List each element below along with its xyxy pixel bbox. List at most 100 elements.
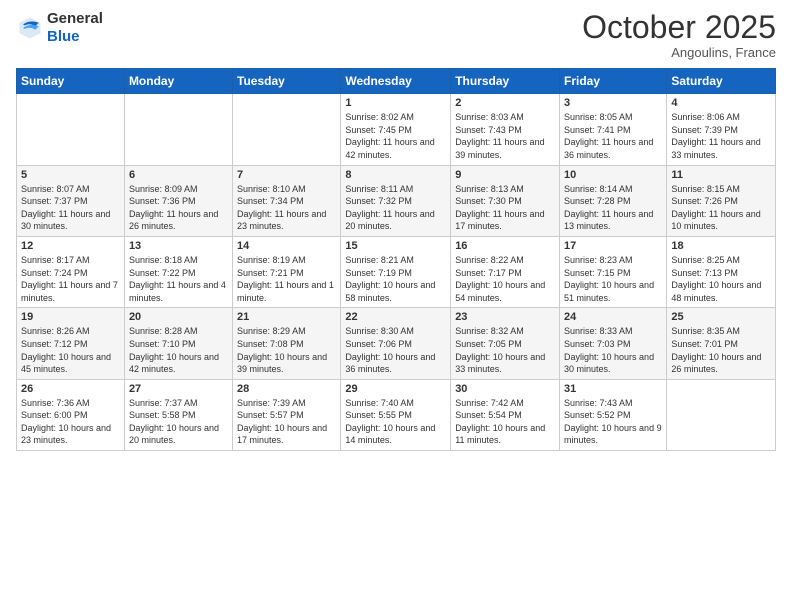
calendar-cell: 13 Sunrise: 8:18 AMSunset: 7:22 PMDayligh… [124, 236, 232, 307]
calendar: SundayMondayTuesdayWednesdayThursdayFrid… [16, 68, 776, 451]
calendar-cell: 4 Sunrise: 8:06 AMSunset: 7:39 PMDaylight… [667, 94, 776, 165]
day-info: Sunrise: 8:09 AMSunset: 7:36 PMDaylight:… [129, 183, 228, 233]
day-info: Sunrise: 8:21 AMSunset: 7:19 PMDaylight:… [345, 254, 446, 304]
day-number: 21 [237, 311, 336, 323]
day-info: Sunrise: 8:19 AMSunset: 7:21 PMDaylight:… [237, 254, 336, 304]
day-info: Sunrise: 8:11 AMSunset: 7:32 PMDaylight:… [345, 183, 446, 233]
day-info: Sunrise: 8:30 AMSunset: 7:06 PMDaylight:… [345, 325, 446, 375]
calendar-cell: 7 Sunrise: 8:10 AMSunset: 7:34 PMDaylight… [233, 165, 341, 236]
calendar-cell: 8 Sunrise: 8:11 AMSunset: 7:32 PMDaylight… [341, 165, 451, 236]
calendar-cell [233, 94, 341, 165]
day-info: Sunrise: 8:22 AMSunset: 7:17 PMDaylight:… [455, 254, 555, 304]
day-number: 12 [21, 240, 120, 252]
page: General Blue October 2025 Angoulins, Fra… [0, 0, 792, 612]
calendar-cell: 14 Sunrise: 8:19 AMSunset: 7:21 PMDayligh… [233, 236, 341, 307]
calendar-cell: 6 Sunrise: 8:09 AMSunset: 7:36 PMDaylight… [124, 165, 232, 236]
calendar-cell: 20 Sunrise: 8:28 AMSunset: 7:10 PMDayligh… [124, 308, 232, 379]
calendar-cell: 17 Sunrise: 8:23 AMSunset: 7:15 PMDayligh… [560, 236, 667, 307]
calendar-cell: 30Sunrise: 7:42 AMSunset: 5:54 PMDayligh… [451, 379, 560, 450]
calendar-cell: 18 Sunrise: 8:25 AMSunset: 7:13 PMDayligh… [667, 236, 776, 307]
weekday-header-thursday: Thursday [451, 69, 560, 94]
day-info: Sunrise: 8:18 AMSunset: 7:22 PMDaylight:… [129, 254, 228, 304]
calendar-cell: 29Sunrise: 7:40 AMSunset: 5:55 PMDayligh… [341, 379, 451, 450]
calendar-cell: 26 Sunrise: 7:36 AMSunset: 6:00 PMDayligh… [17, 379, 125, 450]
day-number: 4 [671, 97, 771, 109]
day-info: Sunrise: 7:37 AMSunset: 5:58 PMDaylight:… [129, 397, 228, 447]
logo-icon [16, 14, 44, 42]
day-number: 14 [237, 240, 336, 252]
week-row-2: 12 Sunrise: 8:17 AMSunset: 7:24 PMDayligh… [17, 236, 776, 307]
day-info: Sunrise: 8:10 AMSunset: 7:34 PMDaylight:… [237, 183, 336, 233]
day-number: 17 [564, 240, 662, 252]
calendar-cell: 22 Sunrise: 8:30 AMSunset: 7:06 PMDayligh… [341, 308, 451, 379]
day-info: Sunrise: 8:26 AMSunset: 7:12 PMDaylight:… [21, 325, 120, 375]
day-number: 29 [345, 383, 446, 395]
logo-text: General Blue [47, 10, 103, 46]
weekday-header-friday: Friday [560, 69, 667, 94]
weekday-header-tuesday: Tuesday [233, 69, 341, 94]
week-row-0: 1 Sunrise: 8:02 AMSunset: 7:45 PMDaylight… [17, 94, 776, 165]
day-number: 28 [237, 383, 336, 395]
day-number: 24 [564, 311, 662, 323]
day-number: 31 [564, 383, 662, 395]
day-number: 3 [564, 97, 662, 109]
header: General Blue October 2025 Angoulins, Fra… [16, 10, 776, 60]
day-info: Sunrise: 8:23 AMSunset: 7:15 PMDaylight:… [564, 254, 662, 304]
weekday-header-wednesday: Wednesday [341, 69, 451, 94]
day-info: Sunrise: 8:17 AMSunset: 7:24 PMDaylight:… [21, 254, 120, 304]
day-info: Sunrise: 7:43 AMSunset: 5:52 PMDaylight:… [564, 397, 662, 447]
day-info: Sunrise: 7:39 AMSunset: 5:57 PMDaylight:… [237, 397, 336, 447]
day-number: 19 [21, 311, 120, 323]
calendar-cell: 12 Sunrise: 8:17 AMSunset: 7:24 PMDayligh… [17, 236, 125, 307]
day-info: Sunrise: 8:14 AMSunset: 7:28 PMDaylight:… [564, 183, 662, 233]
day-number: 18 [671, 240, 771, 252]
calendar-cell: 23 Sunrise: 8:32 AMSunset: 7:05 PMDayligh… [451, 308, 560, 379]
calendar-cell: 2 Sunrise: 8:03 AMSunset: 7:43 PMDaylight… [451, 94, 560, 165]
day-number: 26 [21, 383, 120, 395]
week-row-4: 26 Sunrise: 7:36 AMSunset: 6:00 PMDayligh… [17, 379, 776, 450]
calendar-cell [124, 94, 232, 165]
day-info: Sunrise: 8:02 AMSunset: 7:45 PMDaylight:… [345, 111, 446, 161]
location: Angoulins, France [582, 45, 776, 60]
calendar-cell: 28 Sunrise: 7:39 AMSunset: 5:57 PMDayligh… [233, 379, 341, 450]
calendar-cell: 9Sunrise: 8:13 AMSunset: 7:30 PMDaylight… [451, 165, 560, 236]
day-number: 23 [455, 311, 555, 323]
day-number: 22 [345, 311, 446, 323]
day-info: Sunrise: 8:15 AMSunset: 7:26 PMDaylight:… [671, 183, 771, 233]
day-info: Sunrise: 8:33 AMSunset: 7:03 PMDaylight:… [564, 325, 662, 375]
title-block: October 2025 Angoulins, France [582, 10, 776, 60]
calendar-cell: 5 Sunrise: 8:07 AMSunset: 7:37 PMDaylight… [17, 165, 125, 236]
day-number: 13 [129, 240, 228, 252]
calendar-cell: 21Sunrise: 8:29 AMSunset: 7:08 PMDayligh… [233, 308, 341, 379]
day-info: Sunrise: 8:03 AMSunset: 7:43 PMDaylight:… [455, 111, 555, 161]
day-number: 15 [345, 240, 446, 252]
day-number: 30 [455, 383, 555, 395]
day-info: Sunrise: 8:13 AMSunset: 7:30 PMDaylight:… [455, 183, 555, 233]
day-number: 1 [345, 97, 446, 109]
day-info: Sunrise: 8:06 AMSunset: 7:39 PMDaylight:… [671, 111, 771, 161]
month-title: October 2025 [582, 10, 776, 45]
calendar-cell [17, 94, 125, 165]
calendar-cell: 3Sunrise: 8:05 AMSunset: 7:41 PMDaylight… [560, 94, 667, 165]
calendar-cell: 25 Sunrise: 8:35 AMSunset: 7:01 PMDayligh… [667, 308, 776, 379]
day-info: Sunrise: 8:28 AMSunset: 7:10 PMDaylight:… [129, 325, 228, 375]
day-info: Sunrise: 8:25 AMSunset: 7:13 PMDaylight:… [671, 254, 771, 304]
day-info: Sunrise: 7:36 AMSunset: 6:00 PMDaylight:… [21, 397, 120, 447]
day-number: 6 [129, 169, 228, 181]
day-number: 25 [671, 311, 771, 323]
day-number: 7 [237, 169, 336, 181]
day-info: Sunrise: 8:35 AMSunset: 7:01 PMDaylight:… [671, 325, 771, 375]
logo: General Blue [16, 10, 103, 46]
day-number: 5 [21, 169, 120, 181]
weekday-header-saturday: Saturday [667, 69, 776, 94]
calendar-cell: 24 Sunrise: 8:33 AMSunset: 7:03 PMDayligh… [560, 308, 667, 379]
weekday-header-sunday: Sunday [17, 69, 125, 94]
calendar-cell: 19 Sunrise: 8:26 AMSunset: 7:12 PMDayligh… [17, 308, 125, 379]
day-number: 2 [455, 97, 555, 109]
day-info: Sunrise: 8:07 AMSunset: 7:37 PMDaylight:… [21, 183, 120, 233]
day-info: Sunrise: 8:32 AMSunset: 7:05 PMDaylight:… [455, 325, 555, 375]
day-number: 20 [129, 311, 228, 323]
weekday-header-monday: Monday [124, 69, 232, 94]
day-number: 8 [345, 169, 446, 181]
calendar-cell: 10Sunrise: 8:14 AMSunset: 7:28 PMDayligh… [560, 165, 667, 236]
